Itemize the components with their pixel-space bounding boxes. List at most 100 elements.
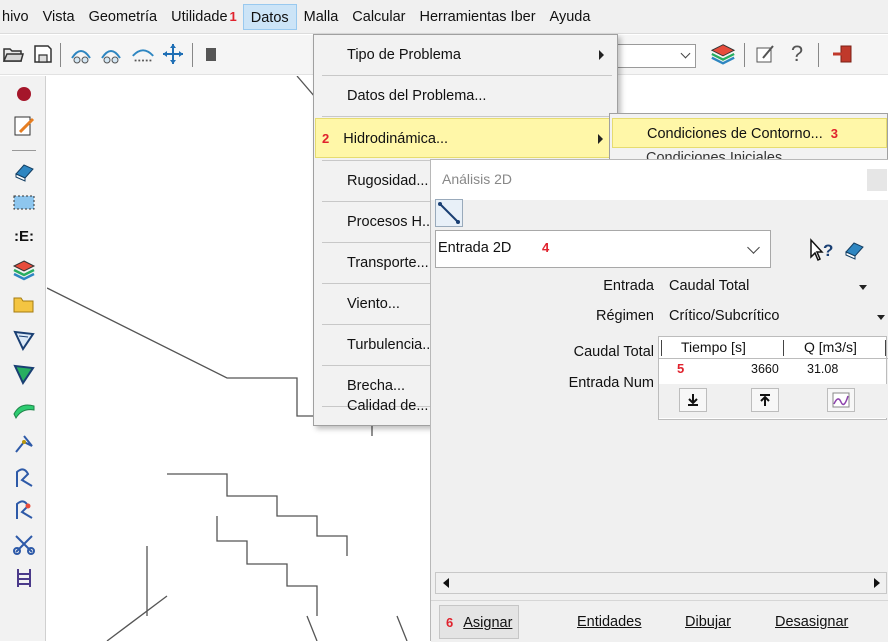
step-marker-1: 1 — [229, 9, 237, 24]
menu-item-label: Hidrodinámica... — [343, 131, 449, 147]
dialog-footer: 6 Asignar Entidades Dibujar Desasignar — [431, 600, 888, 642]
surface-blue-icon[interactable] — [12, 328, 36, 352]
menu-bar: hivo Vista Geometría Utilidade 1 Datos M… — [0, 0, 888, 34]
asignar-button[interactable]: 6 Asignar — [439, 605, 520, 639]
menu-geometria[interactable]: Geometría — [82, 4, 165, 30]
column-header-q[interactable]: Q [m3/s] — [804, 339, 857, 355]
menu-separator — [322, 116, 612, 117]
menu-item-hidrodinamica[interactable]: 2 Hidrodinámica... — [315, 118, 616, 158]
caudal-total-label: Caudal Total — [573, 344, 654, 360]
pan-icon[interactable] — [160, 41, 186, 67]
menu-item-datos-del-problema[interactable]: Datos del Problema... — [315, 76, 616, 116]
entrada-num-label: Entrada Num — [568, 375, 654, 391]
step-marker-5: 5 — [677, 361, 685, 376]
help-pointer-button[interactable]: ? — [807, 236, 837, 264]
column-divider — [661, 340, 662, 356]
horizontal-scrollbar[interactable] — [435, 572, 887, 594]
curve-edit-icon[interactable] — [12, 498, 36, 522]
table-cell-tiempo[interactable]: 3660 — [751, 362, 779, 376]
menu-utilidades[interactable]: Utilidade — [164, 4, 229, 30]
folder-icon[interactable] — [12, 292, 36, 316]
menu-item-label: Rugosidad... — [347, 173, 429, 189]
record-icon[interactable] — [12, 82, 36, 106]
menu-datos[interactable]: Datos — [242, 3, 297, 30]
menu-item-tipo-de-problema[interactable]: Tipo de Problema — [315, 35, 616, 75]
polyline-icon[interactable] — [12, 432, 36, 456]
entidades-label: Entidades — [577, 614, 642, 630]
curve-icon[interactable] — [12, 466, 36, 490]
column-divider — [885, 340, 886, 356]
exit-icon[interactable] — [830, 41, 856, 67]
zoom-icon[interactable] — [130, 41, 156, 67]
column-divider — [783, 340, 784, 356]
toolbar-separator — [744, 43, 745, 67]
edit-notes-icon[interactable] — [12, 114, 36, 138]
menu-ayuda[interactable]: Ayuda — [543, 4, 598, 30]
asignar-label: Asignar — [463, 615, 513, 631]
menu-item-label: Tipo de Problema — [347, 47, 461, 63]
caret-down-icon[interactable] — [877, 315, 885, 320]
menu-calcular[interactable]: Calcular — [345, 4, 412, 30]
mesh-wave-icon[interactable] — [12, 398, 36, 422]
submenu-arrow-icon — [598, 134, 603, 144]
menu-malla[interactable]: Malla — [297, 4, 346, 30]
menu-archivo[interactable]: hivo — [0, 4, 36, 30]
layers-stack-icon[interactable] — [12, 258, 36, 282]
chevron-down-icon — [747, 241, 760, 254]
entrada-select[interactable]: Caudal Total — [669, 278, 749, 294]
menu-item-label: Calidad de... — [347, 398, 429, 414]
help-icon[interactable]: ? — [784, 41, 810, 67]
entrada-label: Entrada — [603, 278, 654, 294]
left-toolbar-separator — [12, 150, 36, 151]
regimen-label: Régimen — [595, 308, 654, 324]
desasignar-button[interactable]: Desasignar — [769, 605, 854, 639]
scroll-left-icon[interactable] — [437, 574, 454, 592]
menu-vista[interactable]: Vista — [36, 4, 82, 30]
download-button[interactable] — [679, 388, 707, 412]
dibujar-button[interactable]: Dibujar — [679, 605, 737, 639]
condition-type-select[interactable]: Entrada 2D 4 — [435, 230, 771, 268]
step-marker-4: 4 — [542, 240, 550, 255]
column-header-tiempo[interactable]: Tiempo [s] — [681, 339, 746, 355]
toolbar-render-icon[interactable] — [198, 41, 224, 67]
menu-herramientas-iber[interactable]: Herramientas Iber — [412, 4, 542, 30]
chevron-down-icon — [680, 48, 691, 59]
menu-item-label: Procesos H... — [347, 214, 435, 230]
caudal-table[interactable]: Tiempo [s] Q [m3/s] 5 3660 31.08 — [658, 336, 888, 420]
layers-icon[interactable] — [710, 41, 736, 67]
step-marker-6: 6 — [446, 615, 454, 630]
menu-item-label: Datos del Problema... — [347, 88, 487, 104]
table-cell-q[interactable]: 31.08 — [807, 362, 838, 376]
surface-green-icon[interactable] — [12, 362, 36, 386]
dialog-title: Análisis 2D — [442, 171, 513, 187]
plot-graph-button[interactable] — [827, 388, 855, 412]
regimen-select[interactable]: Crítico/Subcrítico — [669, 308, 779, 324]
rotate-view-icon[interactable] — [68, 41, 94, 67]
scroll-right-icon[interactable] — [868, 574, 885, 592]
rectangle-select-icon[interactable] — [12, 190, 36, 214]
scissors-icon[interactable] — [12, 532, 36, 556]
open-folder-icon[interactable] — [0, 41, 26, 67]
save-icon[interactable] — [30, 41, 56, 67]
eraser-icon[interactable] — [12, 160, 36, 184]
toolbar-separator — [818, 43, 819, 67]
left-toolbar: :E: — [0, 76, 46, 641]
rotate-view-2-icon[interactable] — [98, 41, 124, 67]
toolbar-separator — [192, 43, 193, 67]
entities-label-icon[interactable]: :E: — [12, 224, 36, 248]
upload-button[interactable] — [751, 388, 779, 412]
dialog-title-bar[interactable]: Análisis 2D — [431, 160, 888, 200]
caret-down-icon[interactable] — [859, 285, 867, 290]
menu-item-label: Viento... — [347, 296, 400, 312]
step-marker-3: 3 — [830, 126, 838, 141]
line-condition-icon[interactable] — [435, 199, 463, 227]
close-button[interactable] — [867, 169, 887, 191]
entidades-button[interactable]: Entidades — [571, 605, 648, 639]
edit-settings-icon[interactable] — [752, 41, 778, 67]
eraser-button[interactable] — [839, 236, 869, 264]
menu-item-label: Turbulencia... — [347, 337, 435, 353]
menu-item-condiciones-de-contorno[interactable]: Condiciones de Contorno... 3 — [612, 118, 887, 148]
toolbar-combo[interactable] — [616, 44, 696, 68]
ladder-mesh-icon[interactable] — [12, 566, 36, 590]
analisis-2d-dialog: Análisis 2D Entrada 2D 4 ? Entrada Cauda… — [430, 159, 888, 642]
